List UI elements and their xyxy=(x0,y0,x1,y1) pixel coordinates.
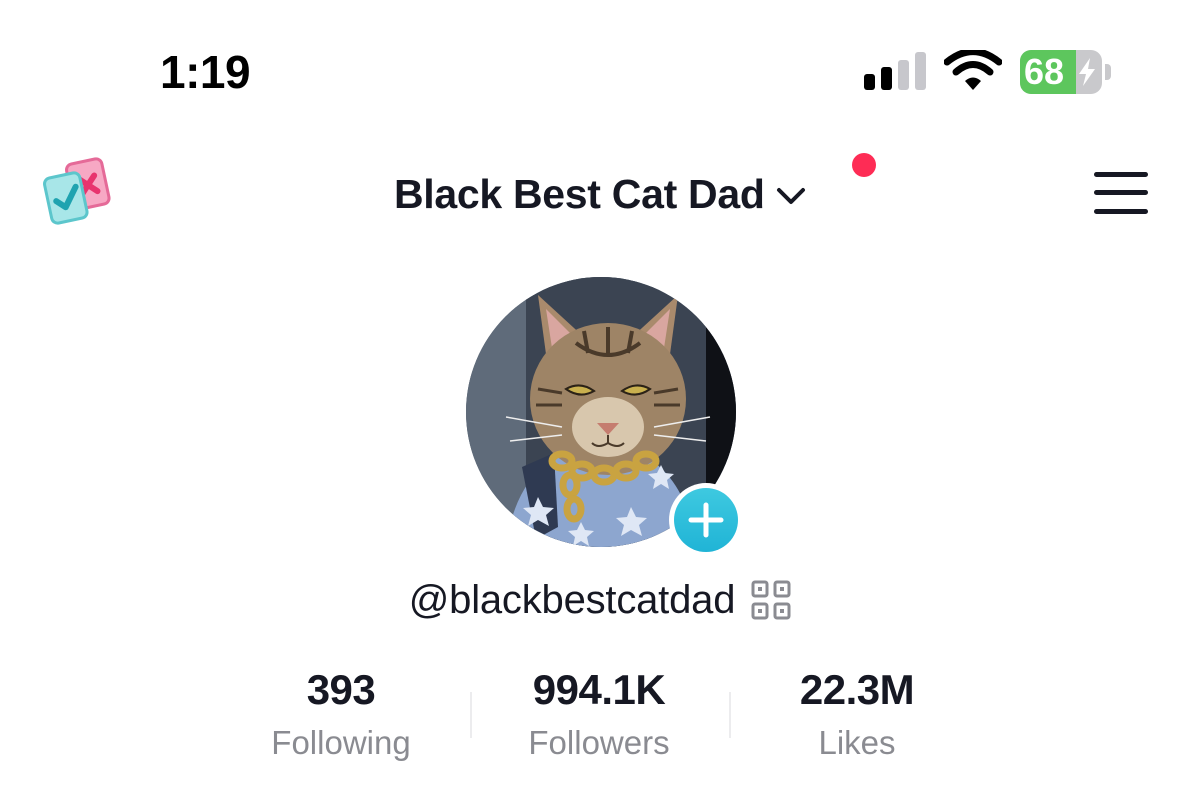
username: @blackbestcatdad xyxy=(408,577,736,622)
battery-cap xyxy=(1105,64,1111,80)
profile-title: Black Best Cat Dad xyxy=(394,170,765,217)
notification-dot xyxy=(852,153,876,177)
cellular-signal-icon xyxy=(864,52,926,90)
followers-label: Followers xyxy=(528,724,670,761)
battery-charging-icon: 68 xyxy=(1020,50,1102,94)
bolt-icon xyxy=(1079,58,1095,86)
stat-divider xyxy=(470,692,472,738)
stat-divider xyxy=(729,692,731,738)
following-label: Following xyxy=(271,724,411,761)
stat-likes[interactable]: 22.3M Likes xyxy=(737,664,977,766)
likes-label: Likes xyxy=(818,724,896,761)
add-story-button[interactable] xyxy=(669,483,743,557)
qr-code-icon[interactable] xyxy=(751,580,791,620)
account-switcher[interactable]: Black Best Cat Dad xyxy=(394,168,807,220)
wifi-icon xyxy=(944,50,1002,90)
stat-followers[interactable]: 994.1K Followers xyxy=(479,664,719,766)
status-time: 1:19 xyxy=(160,46,251,98)
add-plus-icon xyxy=(688,502,724,538)
battery-percent: 68 xyxy=(1024,51,1065,92)
chevron-down-icon xyxy=(776,188,805,204)
likes-count: 22.3M xyxy=(799,666,915,713)
cards-check-cross-icon[interactable] xyxy=(40,155,118,231)
username-row: @blackbestcatdad xyxy=(0,574,1200,626)
followers-count: 994.1K xyxy=(532,666,666,713)
following-count: 393 xyxy=(306,666,376,713)
profile-screen: 1:19 68 Black Best Cat Dad @blackbestcat… xyxy=(0,0,1200,787)
hamburger-menu-icon[interactable] xyxy=(1094,172,1148,214)
battery-indicator: 68 xyxy=(1020,50,1112,94)
stat-following[interactable]: 393 Following xyxy=(221,664,461,766)
